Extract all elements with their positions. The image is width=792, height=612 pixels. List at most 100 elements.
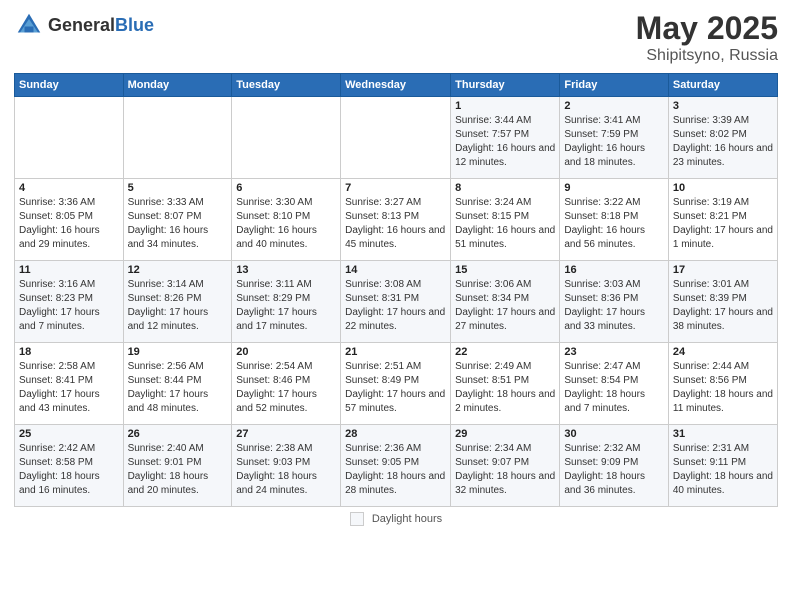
- calendar-cell: 16 Sunrise: 3:03 AM Sunset: 8:36 PM Dayli…: [560, 261, 669, 343]
- day-number: 4: [19, 182, 119, 194]
- day-number: 12: [128, 264, 228, 276]
- day-detail: Sunrise: 3:03 AM Sunset: 8:36 PM Dayligh…: [564, 278, 664, 334]
- header: GeneralBlue May 2025 Shipitsyno, Russia: [14, 10, 778, 65]
- day-number: 7: [345, 182, 446, 194]
- calendar-cell: 20 Sunrise: 2:54 AM Sunset: 8:46 PM Dayli…: [232, 343, 341, 425]
- calendar-cell: 12 Sunrise: 3:14 AM Sunset: 8:26 PM Dayli…: [123, 261, 232, 343]
- day-detail: Sunrise: 2:54 AM Sunset: 8:46 PM Dayligh…: [236, 360, 336, 416]
- day-detail: Sunrise: 3:16 AM Sunset: 8:23 PM Dayligh…: [19, 278, 119, 334]
- title-month: May 2025: [636, 10, 778, 47]
- day-detail: Sunrise: 2:40 AM Sunset: 9:01 PM Dayligh…: [128, 442, 228, 498]
- day-detail: Sunrise: 3:30 AM Sunset: 8:10 PM Dayligh…: [236, 196, 336, 252]
- calendar-week-row: 4Sunrise: 3:36 AM Sunset: 8:05 PM Daylig…: [15, 179, 778, 261]
- day-number: 6: [236, 182, 336, 194]
- day-detail: Sunrise: 2:56 AM Sunset: 8:44 PM Dayligh…: [128, 360, 228, 416]
- calendar-cell: 6 Sunrise: 3:30 AM Sunset: 8:10 PM Daylig…: [232, 179, 341, 261]
- day-number: 20: [236, 346, 336, 358]
- day-detail: Sunrise: 3:08 AM Sunset: 8:31 PM Dayligh…: [345, 278, 446, 334]
- footer: Daylight hours: [14, 512, 778, 526]
- calendar-cell: [15, 97, 124, 179]
- day-detail: Sunrise: 3:14 AM Sunset: 8:26 PM Dayligh…: [128, 278, 228, 334]
- day-number: 17: [673, 264, 773, 276]
- daylight-legend-box: [350, 512, 364, 526]
- calendar-cell: 4Sunrise: 3:36 AM Sunset: 8:05 PM Daylig…: [15, 179, 124, 261]
- logo: GeneralBlue: [14, 10, 154, 40]
- day-number: 8: [455, 182, 555, 194]
- day-number: 18: [19, 346, 119, 358]
- calendar-cell: 18 Sunrise: 2:58 AM Sunset: 8:41 PM Dayli…: [15, 343, 124, 425]
- day-number: 24: [673, 346, 773, 358]
- day-detail: Sunrise: 2:38 AM Sunset: 9:03 PM Dayligh…: [236, 442, 336, 498]
- calendar-cell: 9Sunrise: 3:22 AM Sunset: 8:18 PM Daylig…: [560, 179, 669, 261]
- calendar-cell: 23 Sunrise: 2:47 AM Sunset: 8:54 PM Dayli…: [560, 343, 669, 425]
- calendar-cell: 25 Sunrise: 2:42 AM Sunset: 8:58 PM Dayli…: [15, 425, 124, 507]
- day-detail: Sunrise: 3:33 AM Sunset: 8:07 PM Dayligh…: [128, 196, 228, 252]
- calendar-cell: 13Sunrise: 3:11 AM Sunset: 8:29 PM Dayli…: [232, 261, 341, 343]
- day-number: 31: [673, 428, 773, 440]
- day-number: 14: [345, 264, 446, 276]
- day-number: 11: [19, 264, 119, 276]
- day-number: 19: [128, 346, 228, 358]
- day-detail: Sunrise: 2:47 AM Sunset: 8:54 PM Dayligh…: [564, 360, 664, 416]
- day-number: 2: [564, 100, 664, 112]
- calendar-cell: [232, 97, 341, 179]
- calendar-week-row: 18 Sunrise: 2:58 AM Sunset: 8:41 PM Dayli…: [15, 343, 778, 425]
- calendar-cell: 3Sunrise: 3:39 AM Sunset: 8:02 PM Daylig…: [668, 97, 777, 179]
- day-detail: Sunrise: 2:42 AM Sunset: 8:58 PM Dayligh…: [19, 442, 119, 498]
- day-detail: Sunrise: 3:01 AM Sunset: 8:39 PM Dayligh…: [673, 278, 773, 334]
- calendar-cell: 28Sunrise: 2:36 AM Sunset: 9:05 PM Dayli…: [341, 425, 451, 507]
- calendar-cell: 17 Sunrise: 3:01 AM Sunset: 8:39 PM Dayli…: [668, 261, 777, 343]
- day-number: 15: [455, 264, 555, 276]
- day-number: 5: [128, 182, 228, 194]
- col-wednesday: Wednesday: [341, 74, 451, 97]
- calendar-cell: 7 Sunrise: 3:27 AM Sunset: 8:13 PM Daylig…: [341, 179, 451, 261]
- day-number: 23: [564, 346, 664, 358]
- day-detail: Sunrise: 2:32 AM Sunset: 9:09 PM Dayligh…: [564, 442, 664, 498]
- day-number: 21: [345, 346, 446, 358]
- calendar-cell: 8Sunrise: 3:24 AM Sunset: 8:15 PM Daylig…: [451, 179, 560, 261]
- day-detail: Sunrise: 2:51 AM Sunset: 8:49 PM Dayligh…: [345, 360, 446, 416]
- col-thursday: Thursday: [451, 74, 560, 97]
- calendar-week-row: 1Sunrise: 3:44 AM Sunset: 7:57 PM Daylig…: [15, 97, 778, 179]
- calendar-cell: 26 Sunrise: 2:40 AM Sunset: 9:01 PM Dayli…: [123, 425, 232, 507]
- day-number: 29: [455, 428, 555, 440]
- day-detail: Sunrise: 3:44 AM Sunset: 7:57 PM Dayligh…: [455, 114, 555, 170]
- day-detail: Sunrise: 2:49 AM Sunset: 8:51 PM Dayligh…: [455, 360, 555, 416]
- col-sunday: Sunday: [15, 74, 124, 97]
- day-detail: Sunrise: 3:27 AM Sunset: 8:13 PM Dayligh…: [345, 196, 446, 252]
- calendar-cell: 21 Sunrise: 2:51 AM Sunset: 8:49 PM Dayli…: [341, 343, 451, 425]
- col-monday: Monday: [123, 74, 232, 97]
- logo-general: General: [48, 15, 115, 35]
- day-number: 13: [236, 264, 336, 276]
- day-number: 16: [564, 264, 664, 276]
- day-number: 26: [128, 428, 228, 440]
- day-detail: Sunrise: 2:58 AM Sunset: 8:41 PM Dayligh…: [19, 360, 119, 416]
- day-number: 25: [19, 428, 119, 440]
- day-number: 10: [673, 182, 773, 194]
- title-block: May 2025 Shipitsyno, Russia: [636, 10, 778, 65]
- page: GeneralBlue May 2025 Shipitsyno, Russia …: [0, 0, 792, 612]
- calendar-cell: 19 Sunrise: 2:56 AM Sunset: 8:44 PM Dayli…: [123, 343, 232, 425]
- daylight-label: Daylight hours: [372, 513, 442, 525]
- calendar-cell: 27 Sunrise: 2:38 AM Sunset: 9:03 PM Dayli…: [232, 425, 341, 507]
- day-detail: Sunrise: 3:41 AM Sunset: 7:59 PM Dayligh…: [564, 114, 664, 170]
- day-detail: Sunrise: 3:19 AM Sunset: 8:21 PM Dayligh…: [673, 196, 773, 252]
- day-detail: Sunrise: 3:22 AM Sunset: 8:18 PM Dayligh…: [564, 196, 664, 252]
- calendar-cell: 31Sunrise: 2:31 AM Sunset: 9:11 PM Dayli…: [668, 425, 777, 507]
- logo-icon: [14, 10, 44, 40]
- day-number: 30: [564, 428, 664, 440]
- day-number: 22: [455, 346, 555, 358]
- calendar-cell: [123, 97, 232, 179]
- calendar-cell: 10 Sunrise: 3:19 AM Sunset: 8:21 PM Dayli…: [668, 179, 777, 261]
- calendar-cell: 24 Sunrise: 2:44 AM Sunset: 8:56 PM Dayli…: [668, 343, 777, 425]
- calendar-cell: 22 Sunrise: 2:49 AM Sunset: 8:51 PM Dayli…: [451, 343, 560, 425]
- calendar-cell: 11 Sunrise: 3:16 AM Sunset: 8:23 PM Dayli…: [15, 261, 124, 343]
- calendar-week-row: 25 Sunrise: 2:42 AM Sunset: 8:58 PM Dayli…: [15, 425, 778, 507]
- day-number: 27: [236, 428, 336, 440]
- calendar-header-row: Sunday Monday Tuesday Wednesday Thursday…: [15, 74, 778, 97]
- calendar-cell: 5 Sunrise: 3:33 AM Sunset: 8:07 PM Daylig…: [123, 179, 232, 261]
- calendar-cell: 29Sunrise: 2:34 AM Sunset: 9:07 PM Dayli…: [451, 425, 560, 507]
- day-detail: Sunrise: 2:44 AM Sunset: 8:56 PM Dayligh…: [673, 360, 773, 416]
- day-detail: Sunrise: 3:39 AM Sunset: 8:02 PM Dayligh…: [673, 114, 773, 170]
- calendar-cell: 15Sunrise: 3:06 AM Sunset: 8:34 PM Dayli…: [451, 261, 560, 343]
